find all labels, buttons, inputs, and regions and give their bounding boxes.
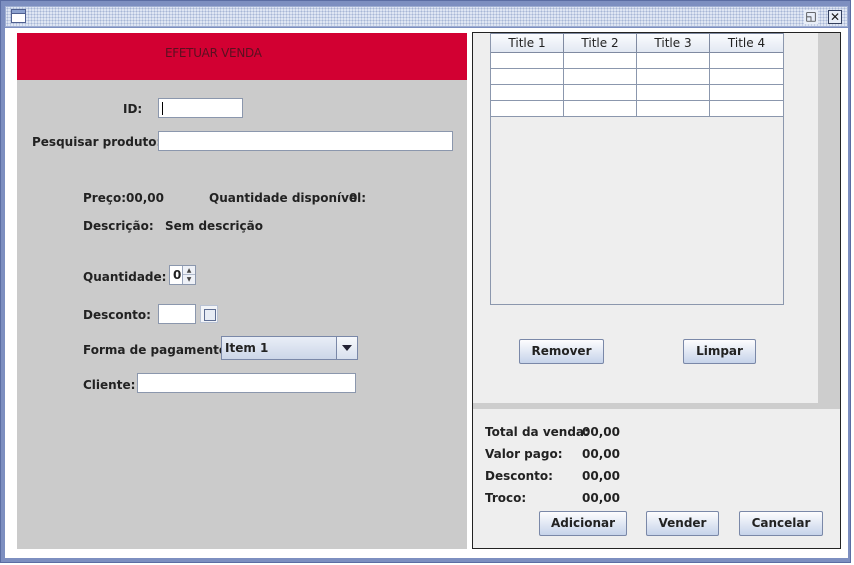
form-title: EFETUAR VENDA (165, 46, 262, 60)
totals-discount-label: Desconto: (485, 469, 553, 483)
column-header[interactable]: Title 4 (710, 33, 783, 53)
client-label: Cliente: (83, 378, 136, 392)
payment-selected-value: Item 1 (225, 341, 269, 355)
remove-button[interactable]: Remover (519, 339, 604, 364)
table-cell[interactable] (491, 101, 564, 117)
table-cell[interactable] (491, 69, 564, 85)
price-label: Preço: (83, 191, 127, 205)
table-cell[interactable] (710, 53, 783, 69)
table-row[interactable] (491, 69, 783, 85)
table-row[interactable] (491, 101, 783, 117)
form-header: EFETUAR VENDA (17, 33, 467, 80)
table-cell[interactable] (564, 53, 637, 69)
column-header[interactable]: Title 2 (564, 33, 637, 53)
price-value: 00,00 (126, 191, 164, 205)
cancel-button[interactable]: Cancelar (739, 511, 823, 536)
table-cell[interactable] (710, 85, 783, 101)
table-row[interactable] (491, 53, 783, 69)
table-header: Title 1 Title 2 Title 3 Title 4 (491, 33, 783, 53)
id-label: ID: (123, 102, 143, 116)
clear-button[interactable]: Limpar (683, 339, 756, 364)
window-icon[interactable] (11, 9, 26, 23)
column-header[interactable]: Title 1 (491, 33, 564, 53)
table-cell[interactable] (564, 101, 637, 117)
discount-label: Desconto: (83, 308, 151, 322)
items-table[interactable]: Title 1 Title 2 Title 3 Title 4 (490, 33, 784, 305)
window-content: EFETUAR VENDA ID: Pesquisar produto: Pre… (5, 28, 848, 558)
qty-available-label: Quantidade disponível: (209, 191, 367, 205)
payment-label: Forma de pagamento (83, 343, 228, 357)
stepper-arrows: ▲ ▼ (182, 266, 195, 284)
chevron-down-icon[interactable] (336, 337, 357, 359)
sell-button[interactable]: Vender (646, 511, 719, 536)
items-scroll-area: Title 1 Title 2 Title 3 Title 4 Remover … (473, 33, 817, 403)
column-header[interactable]: Title 3 (637, 33, 710, 53)
close-icon[interactable]: ✕ (828, 10, 842, 24)
total-value: 00,00 (582, 425, 620, 439)
table-cell[interactable] (564, 85, 637, 101)
table-cell[interactable] (637, 85, 710, 101)
sale-items-panel: Title 1 Title 2 Title 3 Title 4 Remover … (472, 32, 841, 549)
table-cell[interactable] (491, 85, 564, 101)
total-label: Total da venda: (485, 425, 589, 439)
table-cell[interactable] (564, 69, 637, 85)
window-frame: ◱ ✕ EFETUAR VENDA ID: Pesquisar produto:… (0, 0, 851, 563)
sale-form-panel: EFETUAR VENDA ID: Pesquisar produto: Pre… (17, 33, 467, 549)
quantity-value: 0 (173, 268, 182, 282)
quantity-stepper[interactable]: 0 ▲ ▼ (169, 265, 196, 285)
discount-input[interactable] (158, 304, 196, 324)
change-value: 00,00 (582, 491, 620, 505)
arrow-down-icon[interactable]: ▼ (183, 275, 195, 284)
id-input[interactable] (158, 98, 243, 118)
table-cell[interactable] (637, 101, 710, 117)
payment-select[interactable]: Item 1 (221, 336, 358, 360)
vertical-scrollbar[interactable] (818, 33, 840, 409)
paid-value: 00,00 (582, 447, 620, 461)
paid-label: Valor pago: (485, 447, 563, 461)
table-cell[interactable] (710, 69, 783, 85)
table-cell[interactable] (710, 101, 783, 117)
arrow-up-icon[interactable]: ▲ (183, 266, 195, 275)
table-row[interactable] (491, 85, 783, 101)
title-bar[interactable]: ◱ ✕ (5, 6, 848, 27)
table-cell[interactable] (637, 69, 710, 85)
search-product-input[interactable] (158, 131, 453, 151)
change-label: Troco: (485, 491, 527, 505)
table-cell[interactable] (637, 53, 710, 69)
table-body (491, 53, 783, 117)
qty-available-value: 0 (349, 191, 358, 205)
table-cell[interactable] (491, 53, 564, 69)
search-product-label: Pesquisar produto: (32, 135, 162, 149)
description-value: Sem descrição (165, 219, 263, 233)
description-label: Descrição: (83, 219, 154, 233)
add-button[interactable]: Adicionar (539, 511, 627, 536)
totals-discount-value: 00,00 (582, 469, 620, 483)
client-input[interactable] (137, 373, 356, 393)
panel-divider (473, 403, 840, 409)
text-caret (162, 102, 163, 115)
quantity-label: Quantidade: (83, 270, 167, 284)
maximize-icon[interactable]: ◱ (804, 10, 818, 24)
discount-checkbox[interactable] (200, 305, 218, 323)
